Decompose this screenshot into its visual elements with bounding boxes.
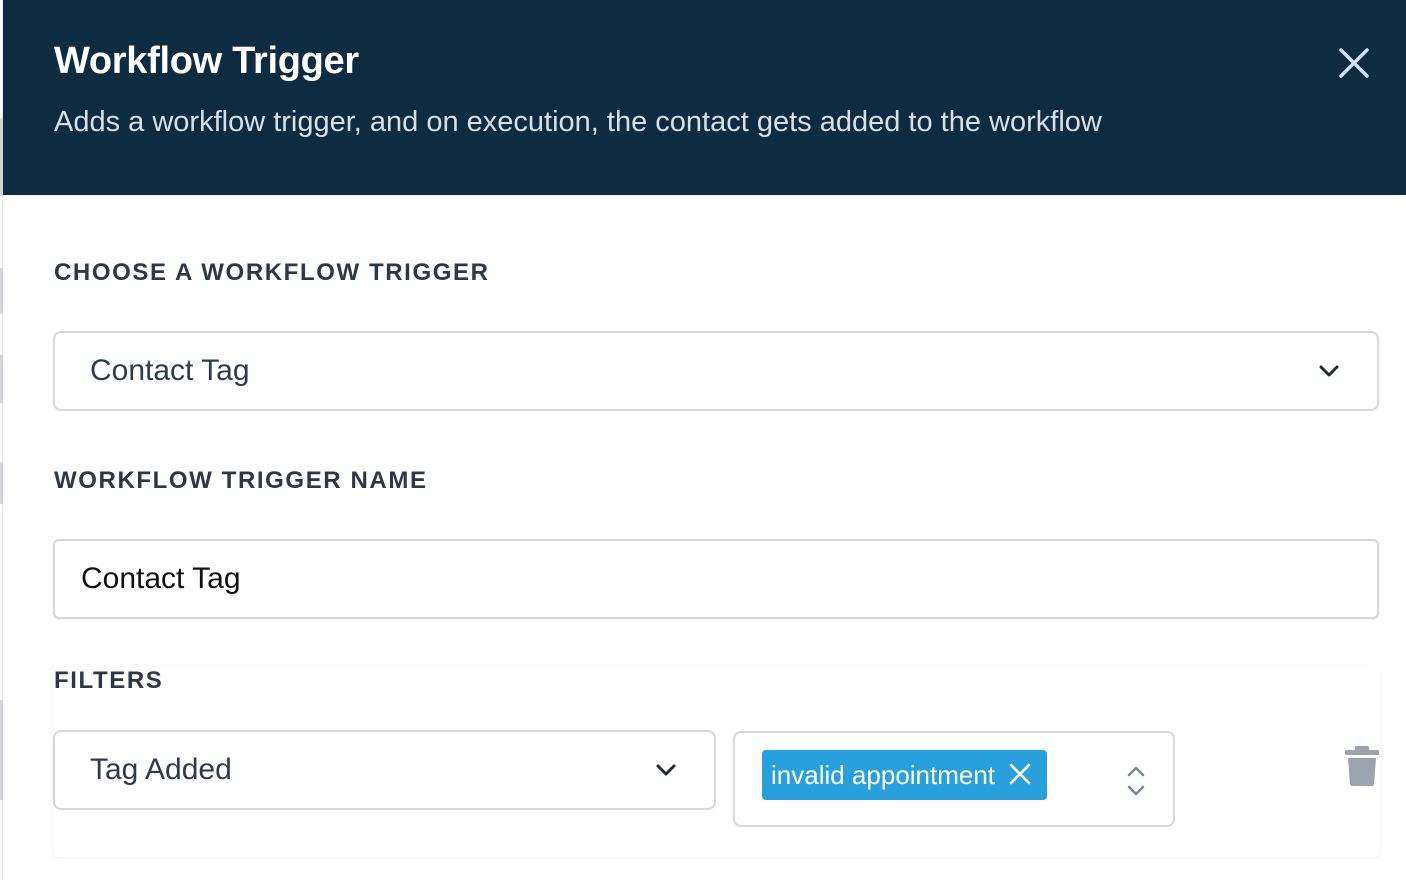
trigger-select[interactable]: Contact Tag	[53, 331, 1379, 411]
background-edge-mark	[0, 462, 3, 504]
close-icon[interactable]	[1008, 762, 1032, 786]
modal-subtitle: Adds a workflow trigger, and on executio…	[54, 106, 1102, 138]
trash-icon	[1345, 746, 1379, 786]
tag-chip-label: invalid appointment	[771, 760, 996, 790]
tag-chip: invalid appointment	[762, 750, 1048, 800]
trigger-select-label: CHOOSE A WORKFLOW TRIGGER	[54, 259, 490, 286]
background-edge-mark	[0, 700, 3, 800]
chevron-down-icon	[656, 764, 676, 776]
trigger-name-input[interactable]	[53, 539, 1379, 619]
delete-filter-button[interactable]	[1343, 745, 1381, 787]
filter-condition-value: Tag Added	[90, 753, 232, 786]
up-down-chevron-icon	[1127, 766, 1145, 796]
modal-header: Workflow Trigger Adds a workflow trigger…	[3, 0, 1406, 195]
tag-multiselect[interactable]: invalid appointment	[733, 731, 1175, 827]
chevron-down-icon	[1319, 365, 1339, 377]
trigger-select-value: Contact Tag	[90, 354, 250, 387]
background-edge-mark	[0, 355, 3, 403]
filters-label: FILTERS	[54, 667, 164, 694]
filter-condition-select[interactable]: Tag Added	[53, 730, 716, 810]
background-edge-mark	[0, 268, 3, 314]
trigger-name-label: WORKFLOW TRIGGER NAME	[54, 467, 428, 494]
close-icon	[1339, 48, 1369, 78]
modal-title: Workflow Trigger	[54, 40, 359, 82]
close-button[interactable]	[1333, 42, 1375, 84]
